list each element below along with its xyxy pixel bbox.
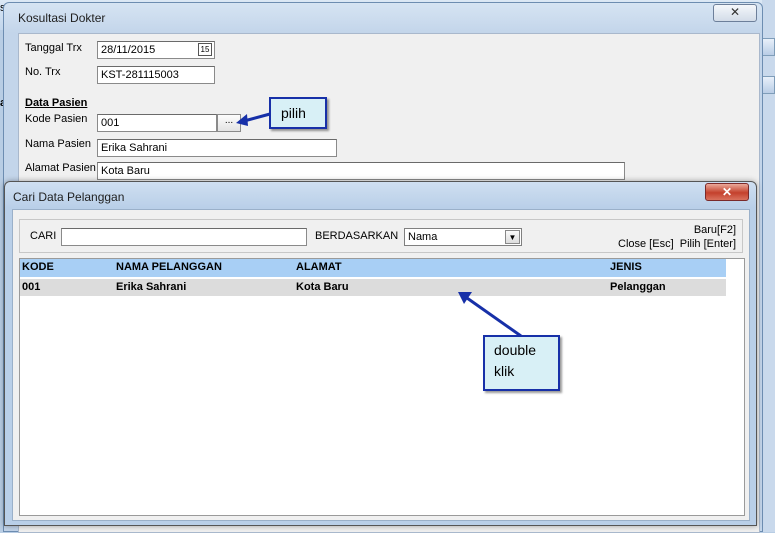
background-side-panel — [762, 0, 775, 532]
column-header-jenis[interactable]: JENIS — [610, 261, 642, 273]
close-icon: ✕ — [721, 185, 733, 199]
table-row[interactable]: 001 Erika Sahrani Kota Baru Pelanggan — [20, 279, 726, 296]
kode-pasien-label: Kode Pasien — [25, 113, 88, 125]
column-header-kode[interactable]: KODE — [22, 261, 54, 273]
tanggal-field[interactable]: 28/11/2015 15 — [97, 41, 215, 59]
background-side-button[interactable] — [762, 76, 775, 94]
cell-jenis: Pelanggan — [610, 281, 666, 293]
cari-label: CARI — [30, 230, 57, 242]
pelanggan-table: KODE NAMA PELANGGAN ALAMAT JENIS 001 Eri… — [19, 258, 745, 516]
dialog-title: Cari Data Pelanggan — [13, 190, 125, 204]
callout-arrow-double-klik — [458, 292, 522, 338]
section-title-data-pasien: Data Pasien — [25, 97, 88, 109]
kode-pasien-field[interactable]: 001 — [97, 114, 217, 132]
cell-nama: Erika Sahrani — [116, 281, 187, 293]
berdasarkan-value: Nama — [408, 231, 438, 243]
berdasarkan-label: BERDASARKAN — [315, 230, 399, 242]
window-title: Kosultasi Dokter — [18, 11, 106, 25]
callout-pilih: pilih — [269, 97, 327, 129]
dialog-body: CARI BERDASARKAN Nama ▼ Baru[F2] Close [… — [12, 209, 750, 521]
column-header-alamat[interactable]: ALAMAT — [296, 261, 342, 273]
alamat-pasien-field[interactable]: Kota Baru — [97, 162, 625, 180]
background-side-button[interactable] — [762, 38, 775, 56]
tanggal-value: 28/11/2015 — [101, 44, 156, 56]
callout-pilih-text: pilih — [281, 105, 306, 121]
shortcut-pilih: Pilih [Enter] — [679, 238, 736, 250]
column-header-nama[interactable]: NAMA PELANGGAN — [116, 261, 222, 273]
callout-double-klik-line2: klik — [494, 363, 515, 379]
nama-pasien-field[interactable]: Erika Sahrani — [97, 139, 337, 157]
chevron-down-icon[interactable]: ▼ — [505, 230, 520, 244]
callout-double-klik-line1: double — [494, 342, 537, 358]
table-header: KODE NAMA PELANGGAN ALAMAT JENIS — [20, 259, 726, 277]
cari-data-pelanggan-dialog: Cari Data Pelanggan ✕ CARI BERDASARKAN N… — [4, 181, 757, 526]
nama-pasien-label: Nama Pasien — [25, 138, 92, 150]
callout-arrow-pilih — [236, 112, 271, 126]
no-trx-field[interactable]: KST-281115003 — [97, 66, 215, 84]
no-trx-label: No. Trx — [25, 66, 61, 78]
cell-kode: 001 — [22, 281, 41, 293]
alamat-pasien-label: Alamat Pasien — [25, 162, 96, 174]
tanggal-label: Tanggal Trx — [25, 42, 82, 54]
callout-double-klik: double klik — [483, 335, 560, 391]
dialog-close-button[interactable]: ✕ — [705, 183, 749, 201]
window-close-button[interactable]: ✕ — [713, 4, 757, 22]
search-input[interactable] — [61, 228, 307, 246]
calendar-icon[interactable]: 15 — [198, 43, 212, 56]
search-bar: CARI BERDASARKAN Nama ▼ Baru[F2] Close [… — [19, 219, 743, 253]
shortcut-close: Close [Esc] — [618, 238, 674, 250]
cell-alamat: Kota Baru — [296, 281, 349, 293]
shortcut-baru: Baru[F2] — [693, 224, 736, 236]
close-icon: ✕ — [729, 5, 741, 19]
berdasarkan-select[interactable]: Nama ▼ — [404, 228, 522, 246]
